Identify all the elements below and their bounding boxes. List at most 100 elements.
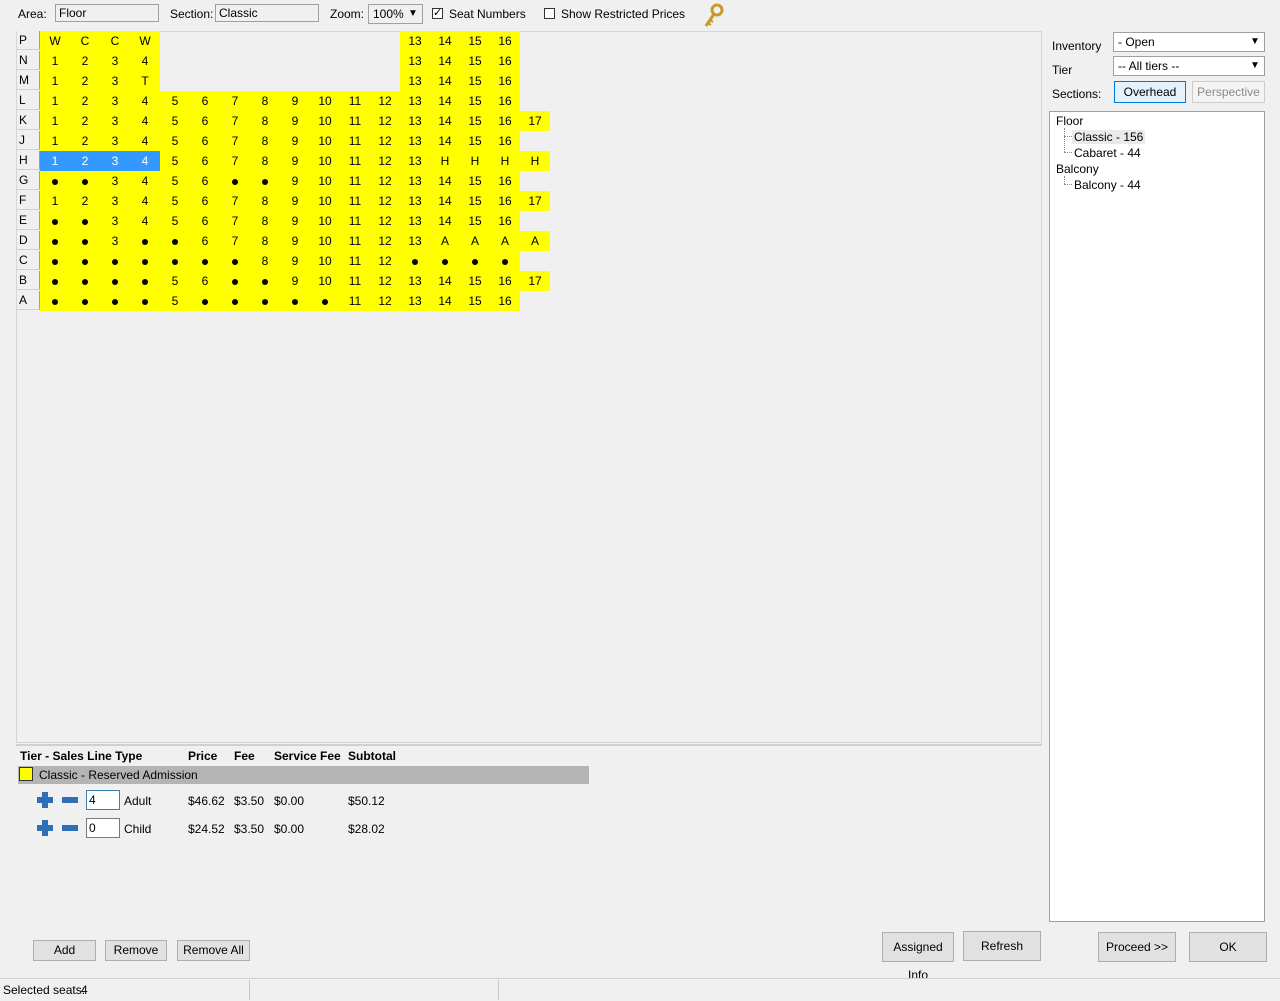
seat[interactable]: 8	[250, 91, 280, 111]
seat[interactable]: 11	[340, 211, 370, 231]
seat[interactable]: 7	[220, 231, 250, 251]
seat[interactable]: 5	[160, 271, 190, 291]
sections-tree[interactable]	[1049, 111, 1265, 922]
seat[interactable]: 6	[190, 191, 220, 211]
quantity-field-child[interactable]: 0	[86, 818, 120, 838]
seat[interactable]: 15	[460, 191, 490, 211]
seat[interactable]: 6	[190, 151, 220, 171]
seat[interactable]: 5	[160, 91, 190, 111]
seat-unavailable[interactable]	[490, 251, 520, 271]
seat[interactable]: 9	[280, 231, 310, 251]
minus-icon[interactable]	[62, 825, 78, 831]
seat[interactable]: 11	[340, 91, 370, 111]
seat[interactable]: 7	[220, 111, 250, 131]
seat[interactable]: 16	[490, 51, 520, 71]
seat-unavailable[interactable]	[460, 251, 490, 271]
seat-unavailable[interactable]	[40, 231, 70, 251]
seat[interactable]: 3	[100, 131, 130, 151]
seat[interactable]: 13	[400, 291, 430, 311]
seat[interactable]: 9	[280, 91, 310, 111]
seat[interactable]: 4	[130, 51, 160, 71]
seat[interactable]: 17	[520, 191, 550, 211]
seat[interactable]: 7	[220, 91, 250, 111]
seat[interactable]: A	[490, 231, 520, 251]
seat[interactable]: 13	[400, 271, 430, 291]
seat[interactable]: 16	[490, 71, 520, 91]
zoom-select[interactable]: 100% ▼	[368, 4, 423, 24]
seat[interactable]: 5	[160, 111, 190, 131]
seat[interactable]: 6	[190, 91, 220, 111]
seat[interactable]: 14	[430, 271, 460, 291]
seat[interactable]: 16	[490, 171, 520, 191]
seat[interactable]: 4	[130, 131, 160, 151]
seat-unavailable[interactable]	[400, 251, 430, 271]
seat-unavailable[interactable]	[40, 291, 70, 311]
seat[interactable]: 5	[160, 151, 190, 171]
seat[interactable]: 11	[340, 291, 370, 311]
seat[interactable]: 8	[250, 191, 280, 211]
seat-unavailable[interactable]	[220, 171, 250, 191]
seat[interactable]: 6	[190, 131, 220, 151]
seat-unavailable[interactable]	[220, 251, 250, 271]
tier-select[interactable]: -- All tiers -- ▼	[1113, 56, 1265, 76]
inventory-select[interactable]: - Open ▼	[1113, 32, 1265, 52]
seat-unavailable[interactable]	[250, 271, 280, 291]
add-button[interactable]: Add	[33, 940, 96, 961]
tree-node-classic[interactable]: Classic - 156	[1072, 130, 1146, 144]
seat-unavailable[interactable]	[70, 251, 100, 271]
seat[interactable]: 13	[400, 151, 430, 171]
seat[interactable]: 11	[340, 151, 370, 171]
seat[interactable]: 14	[430, 111, 460, 131]
seat[interactable]: 1	[40, 131, 70, 151]
seat[interactable]: 16	[490, 91, 520, 111]
seat[interactable]: 11	[340, 131, 370, 151]
seat[interactable]: 10	[310, 131, 340, 151]
seat[interactable]: 12	[370, 171, 400, 191]
seat[interactable]: 8	[250, 151, 280, 171]
seat[interactable]: C	[100, 31, 130, 51]
seat[interactable]: 11	[340, 231, 370, 251]
seat[interactable]: 12	[370, 271, 400, 291]
seat[interactable]: 15	[460, 91, 490, 111]
seat[interactable]: 9	[280, 131, 310, 151]
seat[interactable]: H	[490, 151, 520, 171]
seat[interactable]: C	[70, 31, 100, 51]
seat-unavailable[interactable]	[250, 171, 280, 191]
remove-all-button[interactable]: Remove All	[177, 940, 250, 961]
seat[interactable]: 15	[460, 51, 490, 71]
seat-unavailable[interactable]	[190, 251, 220, 271]
seat[interactable]: 8	[250, 251, 280, 271]
seat-unavailable[interactable]	[220, 271, 250, 291]
proceed-button[interactable]: Proceed >>	[1098, 932, 1176, 962]
seat[interactable]: 8	[250, 111, 280, 131]
seat[interactable]: H	[520, 151, 550, 171]
seat[interactable]: 4	[130, 151, 160, 171]
seat[interactable]: 9	[280, 171, 310, 191]
seat[interactable]: 12	[370, 291, 400, 311]
seat[interactable]: 2	[70, 151, 100, 171]
seat[interactable]: 3	[100, 91, 130, 111]
tree-node-floor[interactable]: Floor	[1056, 114, 1083, 128]
seat[interactable]: 12	[370, 151, 400, 171]
seat[interactable]: 1	[40, 51, 70, 71]
seat[interactable]: 7	[220, 211, 250, 231]
seat[interactable]: 16	[490, 271, 520, 291]
seat[interactable]: 9	[280, 211, 310, 231]
seat[interactable]: 10	[310, 271, 340, 291]
seat[interactable]: 1	[40, 111, 70, 131]
seat[interactable]: 13	[400, 111, 430, 131]
seat[interactable]: 4	[130, 191, 160, 211]
seat[interactable]: 16	[490, 191, 520, 211]
seat[interactable]: 6	[190, 171, 220, 191]
seat[interactable]: A	[430, 231, 460, 251]
seat-unavailable[interactable]	[40, 251, 70, 271]
seat-unavailable[interactable]	[130, 231, 160, 251]
seat[interactable]: A	[520, 231, 550, 251]
seat[interactable]: 16	[490, 31, 520, 51]
seat[interactable]: 5	[160, 291, 190, 311]
seat[interactable]: 14	[430, 211, 460, 231]
seat[interactable]: 1	[40, 151, 70, 171]
seat[interactable]: 16	[490, 211, 520, 231]
seat[interactable]: 9	[280, 151, 310, 171]
seat[interactable]: 15	[460, 291, 490, 311]
